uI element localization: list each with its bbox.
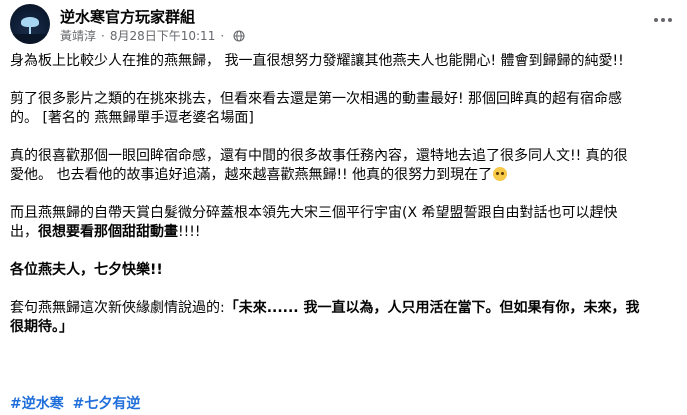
hashtag-link[interactable]: #逆水寒: [10, 396, 64, 412]
post-card: 逆水寒官方玩家群組 黃靖淳 · 8月28日下午10:11 · 身為板上比較少人在…: [0, 0, 687, 415]
more-options-button[interactable]: [649, 10, 677, 30]
more-horizontal-icon: [654, 18, 658, 22]
globe-icon: [233, 29, 245, 42]
post-meta: 黃靖淳 · 8月28日下午10:11 ·: [60, 27, 245, 44]
post-paragraph: 套句燕無歸這次新俠緣劇情說過的:「未來...... 我一直以為，人只用活在當下。…: [10, 300, 640, 316]
pleading-face-emoji: [493, 167, 508, 181]
post-paragraph: 愛他。 也去看他的故事追好追滿，越來越喜歡燕無歸!! 他真的很努力到現在了: [10, 166, 678, 185]
meta-separator: ·: [101, 28, 105, 43]
post-timestamp-link[interactable]: 8月28日下午10:11: [110, 27, 216, 44]
post-paragraph: 真的很喜歡那個一眼回眸宿命感，還有中間的很多故事任務內容，還特地去追了很多同人文…: [10, 148, 628, 164]
post-body: 身為板上比較少人在推的燕無歸， 我一直很想努力發耀讓其他燕夫人也能開心! 體會到…: [10, 52, 678, 337]
post-paragraph: 出，很想要看那個甜甜動畫!!!!: [10, 224, 201, 240]
group-avatar[interactable]: [10, 4, 50, 44]
post-paragraph: 很期待。」: [10, 319, 73, 335]
post-header: 逆水寒官方玩家群組 黃靖淳 · 8月28日下午10:11 ·: [10, 4, 677, 44]
hashtag-list: #逆水寒 #七夕有逆: [10, 393, 144, 413]
post-paragraph: 剪了很多影片之類的在挑來挑去，但看來看去還是第一次相遇的動畫最好! 那個回眸真的…: [10, 91, 623, 107]
group-name-link[interactable]: 逆水寒官方玩家群組: [60, 6, 195, 27]
post-paragraph: 身為板上比較少人在推的燕無歸， 我一直很想努力發耀讓其他燕夫人也能開心! 體會到…: [10, 53, 624, 69]
author-name-link[interactable]: 黃靖淳: [60, 27, 96, 44]
post-paragraph: 各位燕夫人，七夕快樂!!: [10, 262, 163, 278]
post-paragraph: 的。 [著名的 燕無歸單手逗老婆名場面]: [10, 110, 254, 126]
meta-separator: ·: [220, 28, 225, 43]
post-paragraph: 而且燕無歸的自帶天賞白髮微分碎蓋根本領先大宋三個平行宇宙(X 希望盟誓跟自由對話…: [10, 205, 618, 221]
hashtag-link[interactable]: #七夕有逆: [73, 396, 141, 412]
